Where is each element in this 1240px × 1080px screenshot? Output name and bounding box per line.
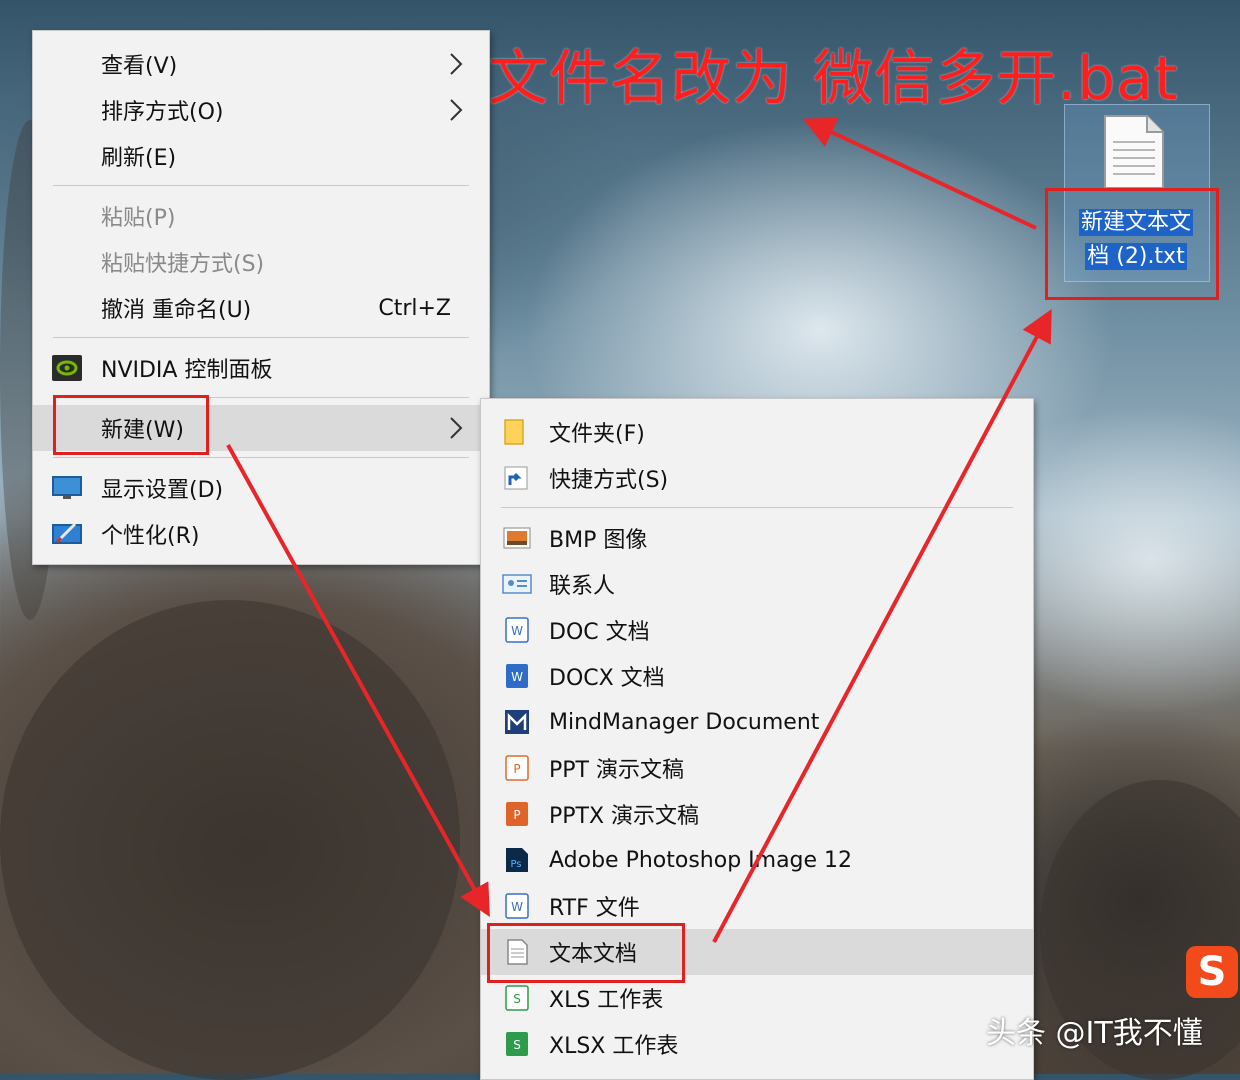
menu-item-personalize[interactable]: 个性化(R) [33, 511, 489, 557]
svg-text:P: P [513, 762, 520, 776]
menu-item-display-settings[interactable]: 显示设置(D) [33, 465, 489, 511]
menu-item-nvidia[interactable]: NVIDIA 控制面板 [33, 345, 489, 391]
menu-item-personalize-label: 个性化(R) [101, 524, 200, 549]
excel-xls-icon: S [505, 985, 529, 1011]
menu-item-undo-rename[interactable]: 撤消 重命名(U) Ctrl+Z [33, 285, 489, 331]
submenu-folder-label: 文件夹(F) [549, 422, 645, 447]
menu-item-refresh[interactable]: 刷新(E) [33, 133, 489, 179]
chevron-right-icon [450, 417, 463, 439]
menu-item-view[interactable]: 查看(V) [33, 41, 489, 87]
submenu-ppt-label: PPT 演示文稿 [549, 758, 684, 783]
powerpoint-pptx-icon: P [506, 802, 528, 826]
menu-item-sort-label: 排序方式(O) [101, 100, 224, 125]
menu-item-paste-label: 粘贴(P) [101, 206, 176, 231]
submenu-item-ppt[interactable]: P PPT 演示文稿 [481, 745, 1033, 791]
mindmanager-icon [505, 710, 529, 734]
submenu-rtf-label: RTF 文件 [549, 896, 640, 921]
highlight-new-item [53, 395, 209, 455]
menu-item-nvidia-label: NVIDIA 控制面板 [101, 358, 273, 383]
folder-icon [504, 419, 524, 445]
submenu-pptx-label: PPTX 演示文稿 [549, 804, 700, 829]
submenu-mindmanager-label: MindManager Document [549, 709, 820, 735]
submenu-bmp-label: BMP 图像 [549, 528, 648, 553]
submenu-item-mindmanager[interactable]: MindManager Document [481, 699, 1033, 745]
submenu-item-folder[interactable]: 文件夹(F) [481, 409, 1033, 455]
submenu-item-shortcut[interactable]: 快捷方式(S) [481, 455, 1033, 501]
monitor-icon [52, 476, 82, 499]
menu-separator [53, 457, 469, 458]
nvidia-icon [52, 355, 82, 381]
menu-item-display-label: 显示设置(D) [101, 478, 224, 503]
menu-item-refresh-label: 刷新(E) [101, 146, 177, 171]
word-doc-icon: W [505, 617, 529, 643]
watermark-text: 头条 @IT我不懂 [986, 1016, 1203, 1051]
submenu-item-pptx[interactable]: P PPTX 演示文稿 [481, 791, 1033, 837]
menu-item-sort[interactable]: 排序方式(O) [33, 87, 489, 133]
svg-text:W: W [511, 670, 523, 684]
powerpoint-ppt-icon: P [505, 755, 529, 781]
svg-text:P: P [513, 808, 520, 822]
menu-item-paste-shortcut-label: 粘贴快捷方式(S) [101, 252, 265, 277]
menu-item-view-label: 查看(V) [101, 54, 178, 79]
arrow-file-to-annotation [802, 117, 1037, 230]
submenu-item-bmp[interactable]: BMP 图像 [481, 515, 1033, 561]
chevron-right-icon [450, 99, 463, 121]
excel-xlsx-icon: S [506, 1032, 528, 1056]
submenu-item-photoshop[interactable]: Ps Adobe Photoshop Image 12 [481, 837, 1033, 883]
submenu-item-contact[interactable]: 联系人 [481, 561, 1033, 607]
menu-item-paste: 粘贴(P) [33, 193, 489, 239]
submenu-xls-label: XLS 工作表 [549, 988, 664, 1013]
submenu-contact-label: 联系人 [549, 574, 616, 599]
submenu-item-doc[interactable]: W DOC 文档 [481, 607, 1033, 653]
menu-separator [53, 185, 469, 186]
menu-item-paste-shortcut: 粘贴快捷方式(S) [33, 239, 489, 285]
rtf-doc-icon: W [505, 893, 529, 919]
menu-separator [53, 337, 469, 338]
annotation-text: 文件名改为 微信多开.bat [488, 44, 1179, 114]
shortcut-icon [504, 466, 528, 490]
highlight-desktop-file [1045, 188, 1219, 300]
undo-shortcut-key: Ctrl+Z [378, 295, 451, 321]
chevron-right-icon [450, 53, 463, 75]
photoshop-icon: Ps [506, 848, 528, 872]
menu-separator [501, 507, 1013, 508]
personalize-icon [52, 522, 82, 544]
submenu-xlsx-label: XLSX 工作表 [549, 1034, 679, 1059]
submenu-item-docx[interactable]: W DOCX 文档 [481, 653, 1033, 699]
svg-text:W: W [511, 900, 523, 914]
svg-text:S: S [513, 992, 521, 1006]
text-file-icon [1104, 115, 1164, 189]
submenu-photoshop-label: Adobe Photoshop Image 12 [549, 847, 853, 873]
bmp-image-icon [503, 527, 531, 549]
word-docx-icon: W [506, 664, 528, 688]
svg-text:Ps: Ps [510, 859, 521, 870]
highlight-text-document-item [487, 923, 685, 983]
contact-card-icon [502, 574, 532, 594]
submenu-shortcut-label: 快捷方式(S) [549, 468, 669, 493]
background-rock [0, 600, 460, 1080]
submenu-item-xlsx[interactable]: S XLSX 工作表 [481, 1021, 1033, 1067]
submenu-doc-label: DOC 文档 [549, 620, 650, 645]
svg-text:S: S [513, 1038, 521, 1052]
desktop-context-menu: 查看(V) 排序方式(O) 刷新(E) 粘贴(P) 粘贴快捷方式(S) 撤消 重… [32, 30, 490, 565]
svg-text:W: W [511, 624, 523, 638]
sogou-logo-icon: S [1186, 946, 1238, 998]
submenu-docx-label: DOCX 文档 [549, 666, 665, 691]
menu-item-undo-label: 撤消 重命名(U) [101, 298, 252, 323]
